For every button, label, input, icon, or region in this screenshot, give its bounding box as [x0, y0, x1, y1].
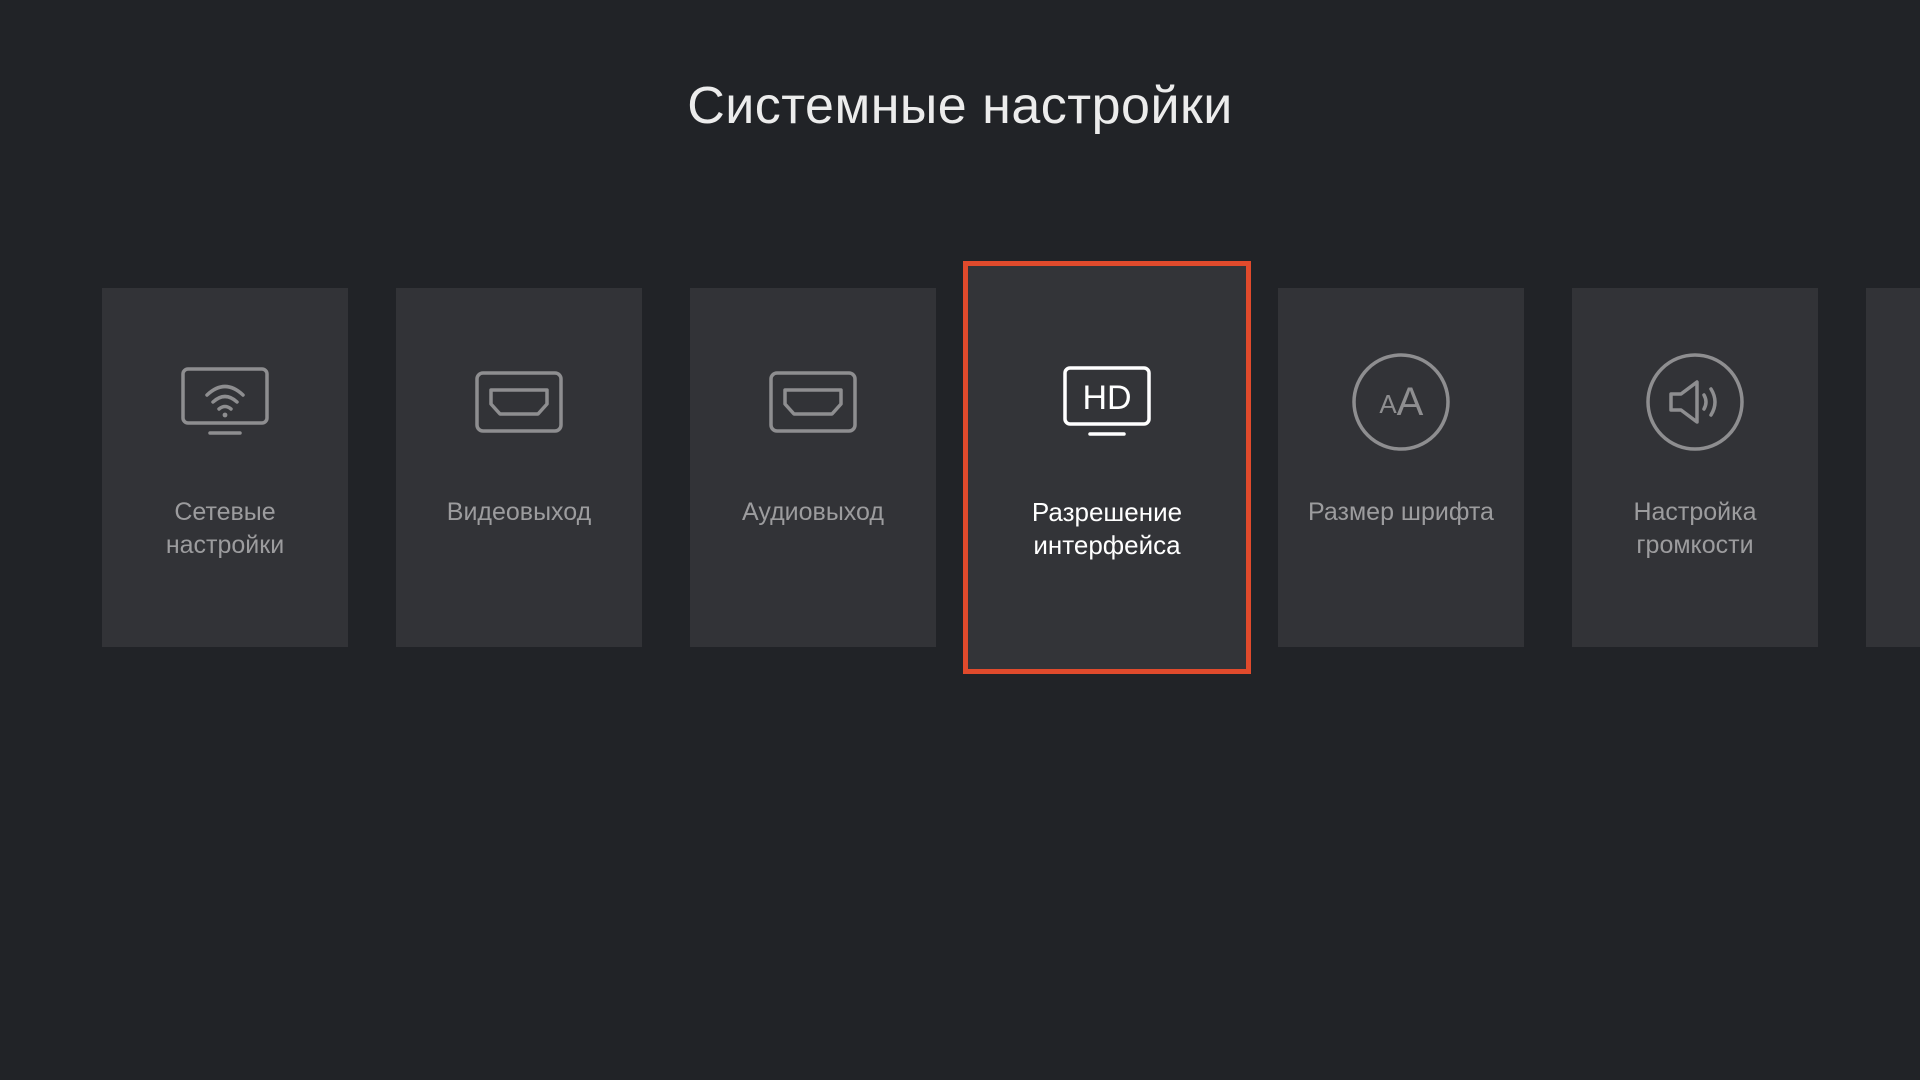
font-size-icon: A A — [1278, 352, 1524, 452]
page-title: Системные настройки — [687, 77, 1233, 135]
tile-label: Сетевые настройки — [165, 498, 285, 559]
svg-text:HD: HD — [1082, 379, 1131, 417]
tile-label: Размер шрифта — [1308, 498, 1494, 526]
tile-volume-settings[interactable]: Настройка громкости — [1572, 288, 1818, 647]
wifi-monitor-icon — [102, 352, 348, 452]
tile-label: Настройка громкости — [1633, 498, 1757, 559]
hdmi-port-icon — [690, 352, 936, 452]
hdmi-port-icon — [396, 352, 642, 452]
svg-text:A: A — [1379, 389, 1397, 419]
tile-audio-output[interactable]: Аудиовыход — [690, 288, 936, 647]
tile-font-size[interactable]: A A Размер шрифта — [1278, 288, 1524, 647]
tile-video-output[interactable]: Видеовыход — [396, 288, 642, 647]
hd-monitor-icon: HD — [968, 352, 1246, 452]
tile-network-settings[interactable]: Сетевые настройки — [102, 288, 348, 647]
tile-label: Видеовыход — [446, 498, 592, 526]
tile-next-partial[interactable] — [1866, 288, 1920, 647]
tile-label: Аудиовыход — [742, 498, 884, 526]
tile-label: Разрешение интерфейса — [1031, 497, 1183, 560]
speaker-volume-icon — [1572, 352, 1818, 452]
tile-interface-resolution[interactable]: HD Разрешение интерфейса — [963, 261, 1251, 674]
svg-text:A: A — [1397, 380, 1424, 424]
